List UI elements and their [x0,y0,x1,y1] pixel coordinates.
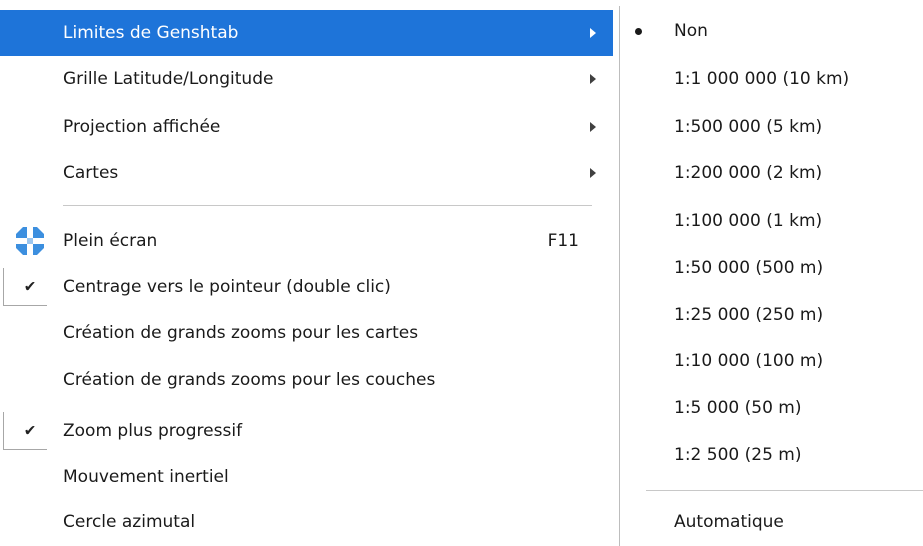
menu-item-label: Création de grands zooms pour les couche… [63,370,436,390]
submenu-item-scale[interactable]: 1:10 000 (100 m) [613,338,923,384]
submenu-item-label: 1:500 000 (5 km) [674,117,823,137]
menu-item-label: Projection affichée [63,117,221,137]
submenu-item-scale[interactable]: 1:1 000 000 (10 km) [613,56,923,102]
menu-item-label: Centrage vers le pointeur (double clic) [63,277,391,297]
fullscreen-icon [13,224,47,258]
submenu-item-scale[interactable]: 1:500 000 (5 km) [613,104,923,150]
shortcut-label: F11 [547,231,579,251]
radio-dot-icon [635,28,642,35]
submenu-arrow-icon [590,74,596,84]
submenu-item-label: 1:200 000 (2 km) [674,163,823,183]
menu-item-large-zooms-layers[interactable]: Création de grands zooms pour les couche… [0,357,613,403]
menu-item-genshtab-limits[interactable]: Limites de Genshtab [0,10,613,56]
submenu-item-none[interactable]: Non [613,8,923,54]
menu-item-label: Limites de Genshtab [63,23,239,43]
menu-item-projection[interactable]: Projection affichée [0,104,613,150]
submenu-item-label: Automatique [674,512,784,532]
submenu-item-scale[interactable]: 1:200 000 (2 km) [613,150,923,196]
submenu-item-label: 1:25 000 (250 m) [674,305,824,325]
menu-separator [63,205,592,206]
menu-item-lat-long-grid[interactable]: Grille Latitude/Longitude [0,56,613,102]
submenu-item-label: 1:100 000 (1 km) [674,211,823,231]
menu-item-azimuthal-circle[interactable]: Cercle azimutal [0,499,613,545]
menu-item-label: Grille Latitude/Longitude [63,69,274,89]
menu-item-label: Cartes [63,163,119,183]
submenu-item-scale[interactable]: 1:50 000 (500 m) [613,245,923,291]
submenu-arrow-icon [590,28,596,38]
checkmark-icon: ✔ [23,421,37,440]
checkmark-icon: ✔ [23,277,37,296]
submenu-item-scale[interactable]: 1:5 000 (50 m) [613,385,923,431]
menu-item-label: Création de grands zooms pour les cartes [63,323,419,343]
view-menu: Limites de Genshtab Grille Latitude/Long… [0,0,613,546]
menu-item-fullscreen[interactable]: Plein écran F11 [0,218,613,264]
submenu-item-label: 1:50 000 (500 m) [674,258,824,278]
menu-item-center-on-pointer[interactable]: ✔ Centrage vers le pointeur (double clic… [0,264,613,310]
submenu-item-scale[interactable]: 1:100 000 (1 km) [613,198,923,244]
submenu-item-label: 1:2 500 (25 m) [674,445,802,465]
submenu-item-scale[interactable]: 1:25 000 (250 m) [613,292,923,338]
menu-item-label: Mouvement inertiel [63,467,229,487]
menu-item-label: Zoom plus progressif [63,421,243,441]
menu-item-label: Plein écran [63,231,158,251]
menu-item-large-zooms-maps[interactable]: Création de grands zooms pour les cartes [0,310,613,356]
submenu-item-automatic[interactable]: Automatique [613,499,923,545]
menu-item-maps[interactable]: Cartes [0,150,613,196]
submenu-item-label: 1:5 000 (50 m) [674,398,802,418]
menu-item-progressive-zoom[interactable]: ✔ Zoom plus progressif [0,408,613,454]
submenu-item-label: 1:1 000 000 (10 km) [674,69,850,89]
submenu-arrow-icon [590,122,596,132]
submenu-item-scale[interactable]: 1:2 500 (25 m) [613,432,923,478]
submenu-item-label: Non [674,21,708,41]
submenu-item-label: 1:10 000 (100 m) [674,351,824,371]
menu-item-inertial-movement[interactable]: Mouvement inertiel [0,454,613,500]
genshtab-submenu: Non 1:1 000 000 (10 km) 1:500 000 (5 km)… [613,0,923,546]
submenu-separator [646,490,923,491]
submenu-arrow-icon [590,168,596,178]
menu-item-label: Cercle azimutal [63,512,196,532]
